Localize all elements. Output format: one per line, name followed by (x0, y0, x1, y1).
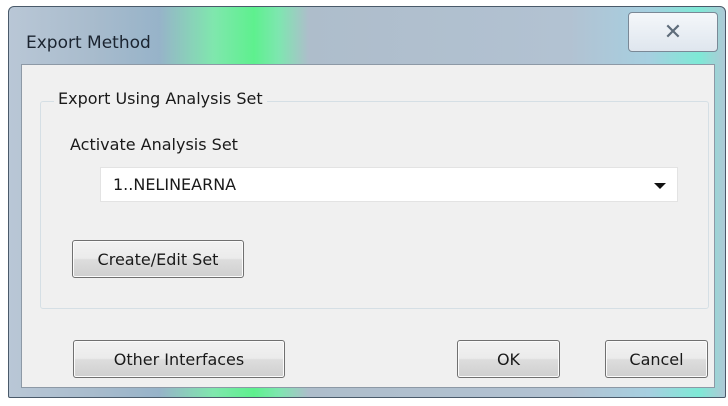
other-interfaces-button[interactable]: Other Interfaces (73, 340, 285, 378)
window-title: Export Method (26, 33, 151, 53)
group-legend: Export Using Analysis Set (54, 89, 267, 108)
dialog-client-area: Export Using Analysis Set Activate Analy… (21, 64, 715, 388)
analysis-set-dropdown[interactable]: 1..NELINEARNA (100, 167, 678, 202)
analysis-set-value: 1..NELINEARNA (113, 175, 237, 194)
ok-button[interactable]: OK (457, 340, 560, 378)
close-icon: ✕ (663, 19, 683, 45)
close-button[interactable]: ✕ (628, 12, 718, 52)
export-method-window: Export Method ✕ Export Using Analysis Se… (8, 6, 726, 398)
activate-analysis-set-label: Activate Analysis Set (70, 135, 238, 154)
cancel-button[interactable]: Cancel (605, 340, 708, 378)
chevron-down-icon[interactable] (654, 183, 666, 189)
create-edit-set-button[interactable]: Create/Edit Set (72, 240, 244, 278)
